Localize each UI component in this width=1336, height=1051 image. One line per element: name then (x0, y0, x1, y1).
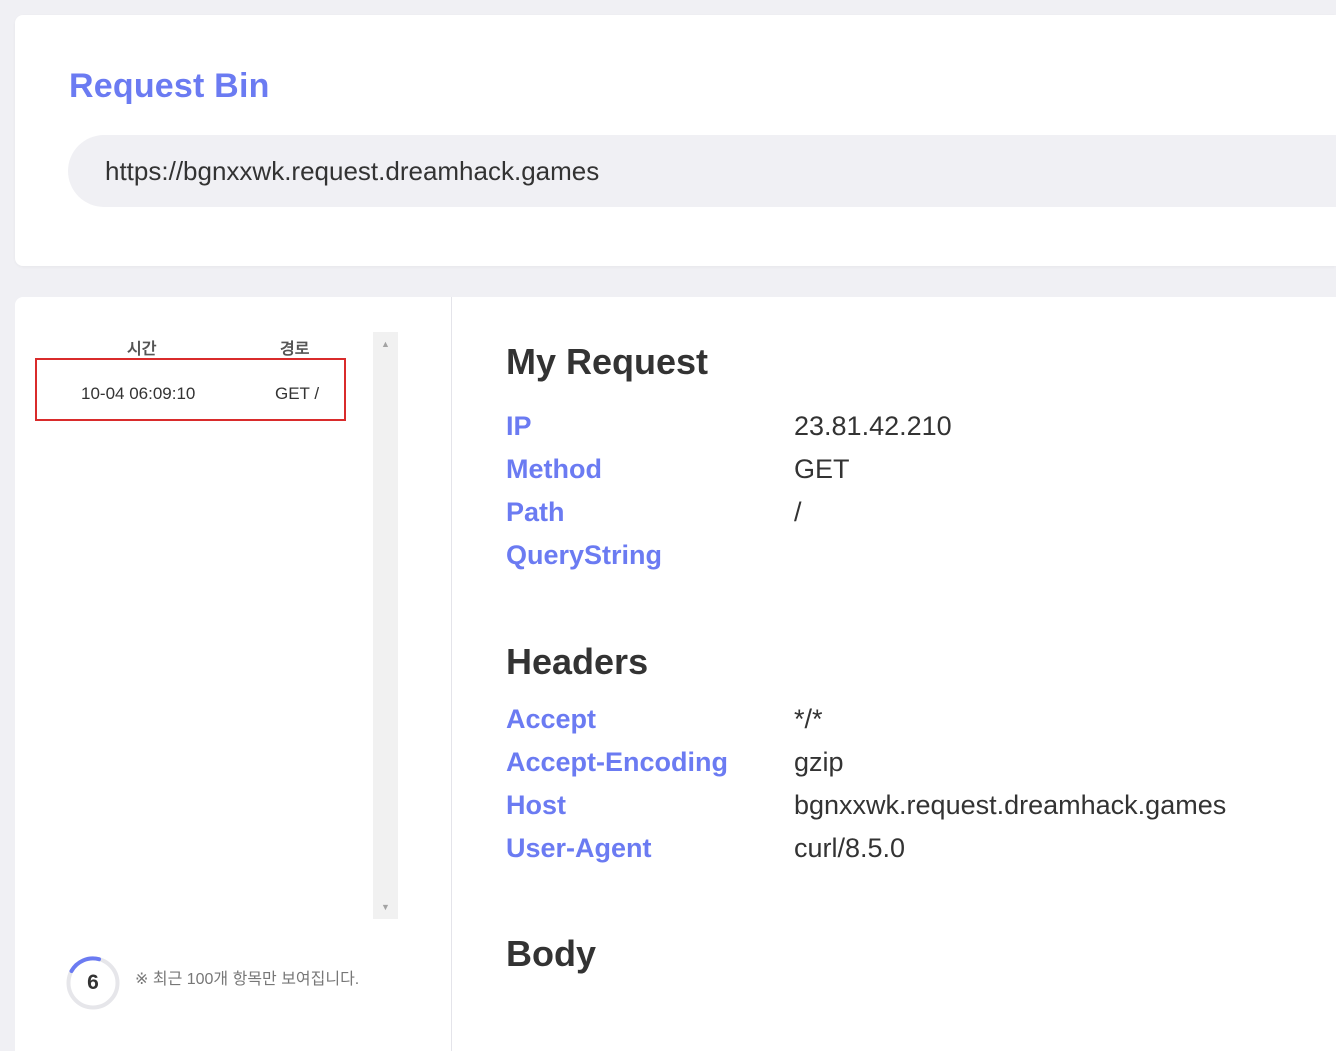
header-value-accept-encoding: gzip (794, 747, 844, 777)
header-key-accept-encoding: Accept-Encoding (506, 747, 729, 777)
header-key-user-agent: User-Agent (506, 833, 652, 863)
field-value-ip: 23.81.42.210 (794, 411, 952, 441)
field-key-path: Path (506, 497, 565, 527)
field-key-method: Method (506, 454, 602, 484)
header-value-user-agent: curl/8.5.0 (794, 833, 906, 863)
my-request-title: My Request (506, 341, 709, 382)
request-list-scrollbar[interactable]: ▲ ▼ (373, 332, 398, 919)
column-header-time: 시간 (127, 341, 157, 358)
request-list-panel: 시간 경로 10-04 06:09:10 GET / ▲ ▼ 6 ※ 최근 10… (15, 297, 452, 1051)
body-title: Body (506, 933, 596, 974)
request-detail-panel: My Request IP 23.81.42.210 Method GET Pa… (452, 297, 1336, 1051)
request-path: GET / (275, 384, 320, 403)
header-value-host: bgnxxwk.request.dreamhack.games (794, 790, 1227, 820)
field-key-ip: IP (506, 411, 532, 441)
app-title: Request Bin (69, 67, 270, 105)
field-key-querystring: QueryString (506, 540, 663, 570)
column-header-path: 경로 (280, 341, 310, 358)
bin-url-field[interactable]: https://bgnxxwk.request.dreamhack.games (68, 135, 1336, 207)
bin-header-card: Request Bin https://bgnxxwk.request.drea… (15, 15, 1336, 266)
header-key-host: Host (506, 790, 566, 820)
request-row-selected[interactable]: 10-04 06:09:10 GET / (35, 358, 346, 421)
bin-url-text[interactable]: https://bgnxxwk.request.dreamhack.games (105, 156, 599, 187)
scroll-down-arrow-icon[interactable]: ▼ (373, 897, 398, 917)
header-key-accept: Accept (506, 704, 597, 734)
refresh-countdown: 6 (66, 956, 120, 1010)
countdown-number: 6 (87, 971, 99, 994)
headers-title: Headers (506, 641, 649, 682)
request-inspector-card: 시간 경로 10-04 06:09:10 GET / ▲ ▼ 6 ※ 최근 10… (15, 297, 1336, 1051)
scroll-up-arrow-icon[interactable]: ▲ (373, 334, 398, 354)
field-value-path: / (794, 497, 802, 527)
history-limit-note: ※ 최근 100개 항목만 보여집니다. (135, 971, 360, 988)
request-list-header: 시간 경로 (15, 335, 375, 358)
header-value-accept: */* (794, 704, 823, 734)
request-time: 10-04 06:09:10 (81, 384, 196, 403)
field-value-method: GET (794, 454, 850, 484)
